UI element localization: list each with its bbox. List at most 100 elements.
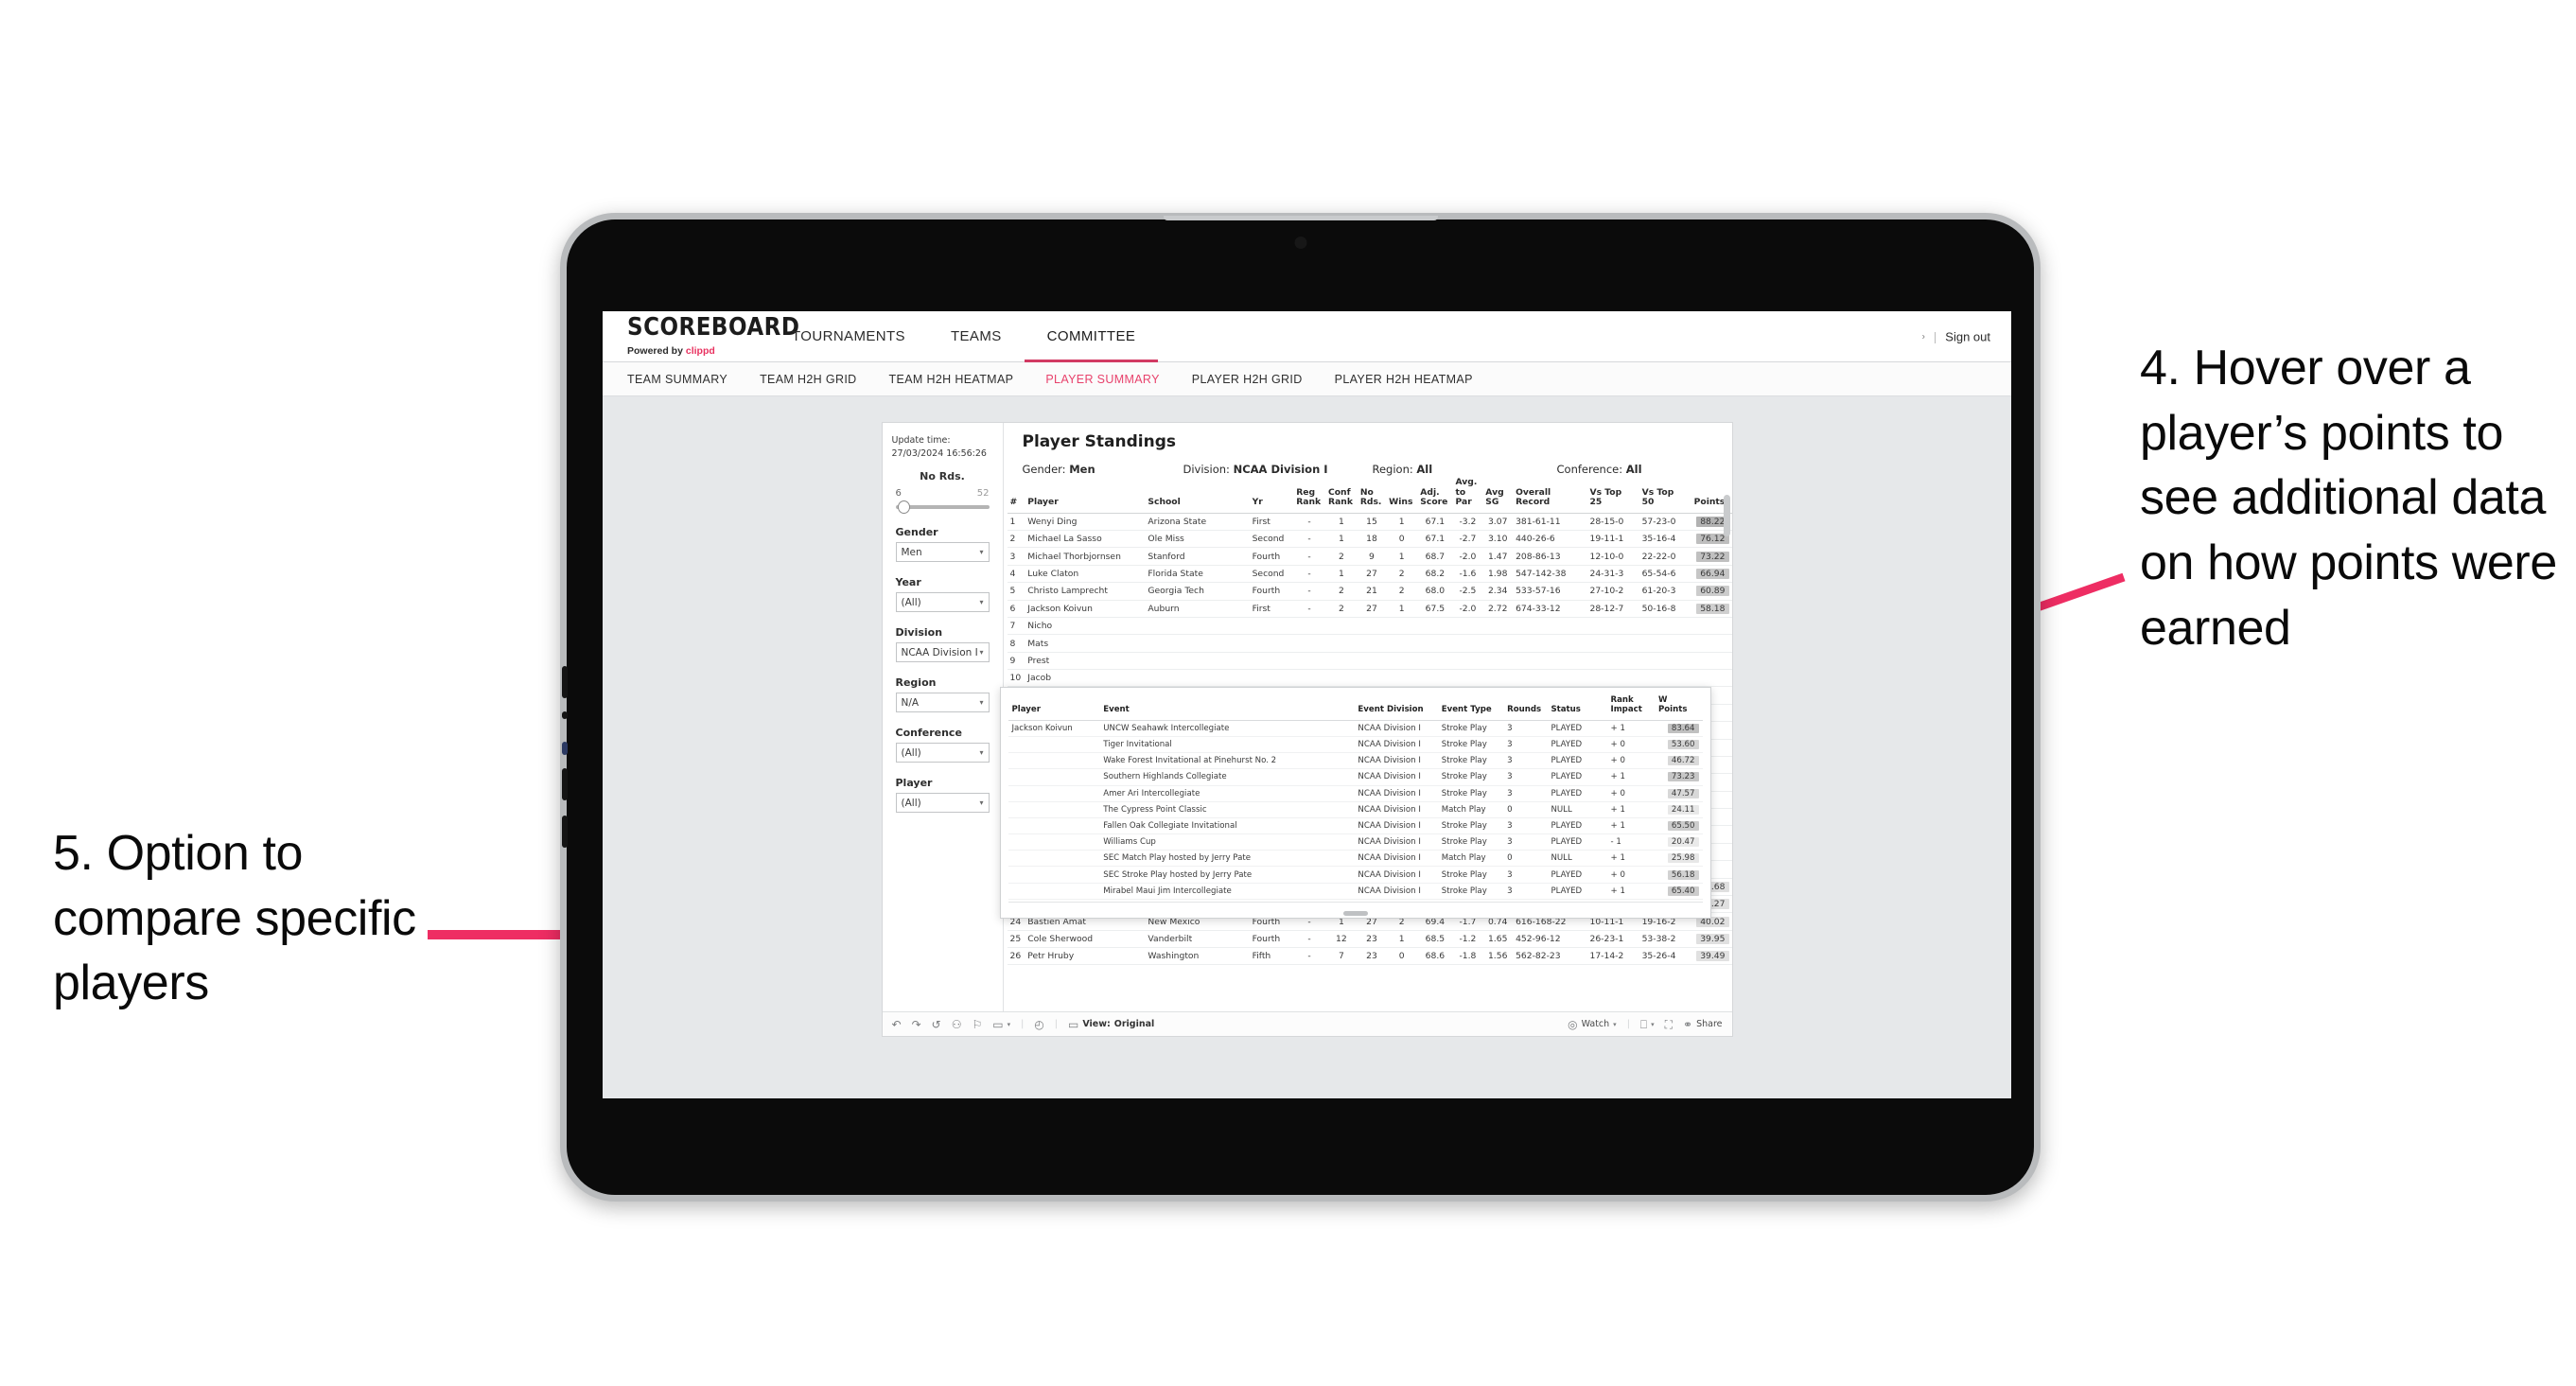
- tooltip-cell-rounds: 3: [1503, 817, 1548, 835]
- meta-division-label: Division:: [1183, 463, 1234, 476]
- filter-gender-select[interactable]: Men ▾: [895, 542, 990, 562]
- cell-adj: [1417, 669, 1453, 688]
- col-conf-rank[interactable]: Conf Rank: [1325, 476, 1358, 514]
- tab-team-h2h-grid[interactable]: TEAM H2H GRID: [760, 373, 856, 386]
- tooltip-header-row: Player Event Event Division Event Type R…: [1008, 694, 1703, 721]
- chevron-down-icon: ▾: [979, 598, 984, 606]
- filter-player-select[interactable]: (All) ▾: [895, 793, 990, 813]
- points-value[interactable]: 58.18: [1696, 603, 1729, 614]
- table-row[interactable]: 25 Cole Sherwood Vanderbilt Fourth -12 23 1 68.…: [1007, 930, 1732, 949]
- table-row[interactable]: 7 Nicho: [1007, 617, 1732, 636]
- cell-wins: [1386, 652, 1418, 671]
- cell-wins: 0: [1386, 947, 1418, 966]
- redo-icon[interactable]: ↷: [912, 1019, 921, 1030]
- tab-player-h2h-grid[interactable]: PLAYER H2H GRID: [1192, 373, 1303, 386]
- table-row[interactable]: 3 Michael Thorbjornsen Stanford Fourth -2 9 1 6…: [1007, 547, 1732, 566]
- nav-tournaments[interactable]: TOURNAMENTS: [769, 311, 928, 362]
- meta-gender-label: Gender:: [1022, 463, 1070, 476]
- vertical-scrollbar[interactable]: [1723, 495, 1730, 536]
- slider-max: 52: [976, 488, 990, 499]
- slider-track[interactable]: [895, 500, 990, 514]
- col-rank[interactable]: #: [1007, 476, 1025, 514]
- pause-icon[interactable]: ⚐: [972, 1019, 982, 1030]
- cell-record: [1513, 652, 1587, 671]
- cell-par: -1.8: [1452, 947, 1483, 966]
- table-row[interactable]: 26 Petr Hruby Washington Fifth -7 23 0 68.6 -1.8…: [1007, 947, 1732, 966]
- col-overall-rec[interactable]: Overall Record: [1513, 476, 1587, 514]
- col-avg-sg[interactable]: Avg SG: [1482, 476, 1514, 514]
- col-vs-top-50[interactable]: Vs Top 50: [1638, 476, 1691, 514]
- col-adj-score[interactable]: Adj. Score: [1417, 476, 1453, 514]
- col-player[interactable]: Player: [1025, 476, 1146, 514]
- view-value: Original: [1113, 1019, 1155, 1029]
- nav-teams[interactable]: TEAMS: [928, 311, 1025, 362]
- tooltip-points-value: 46.72: [1667, 756, 1699, 766]
- share-button[interactable]: ⚭ Share: [1683, 1019, 1722, 1030]
- cell-record: [1513, 617, 1587, 636]
- sign-out-link[interactable]: Sign out: [1945, 329, 1990, 343]
- table-row[interactable]: 4 Luke Claton Florida State Second -1 27 2 68.2…: [1007, 565, 1732, 584]
- points-value[interactable]: 60.89: [1696, 586, 1729, 597]
- table-row[interactable]: 5 Christo Lamprecht Georgia Tech Fourth -2 21…: [1007, 582, 1732, 601]
- tooltip-points-value: 73.23: [1667, 772, 1699, 782]
- tab-team-h2h-heatmap[interactable]: TEAM H2H HEATMAP: [889, 373, 1014, 386]
- history-icon[interactable]: ◴: [1034, 1019, 1043, 1030]
- table-row[interactable]: 1 Wenyi Ding Arizona State First -1 15 1 67.1 -3…: [1007, 513, 1732, 532]
- cell-points: [1691, 652, 1732, 671]
- tooltip-cell-type: Stroke Play: [1437, 768, 1504, 786]
- table-row[interactable]: 6 Jackson Koivun Auburn First -2 27 1 67.5 -2.0 2…: [1007, 600, 1732, 618]
- tooltip-cell-division: NCAA Division I: [1354, 817, 1438, 835]
- points-value[interactable]: 39.95: [1696, 933, 1729, 944]
- cell-par: -3.2: [1452, 513, 1483, 532]
- tab-player-summary[interactable]: PLAYER SUMMARY: [1045, 373, 1159, 386]
- col-reg-rank[interactable]: Reg Rank: [1293, 476, 1325, 514]
- brand-tagline-prefix: Powered by: [627, 345, 686, 357]
- power-button[interactable]: [562, 816, 568, 848]
- table-row[interactable]: 9 Prest: [1007, 652, 1732, 671]
- filter-division-select[interactable]: NCAA Division I ▾: [895, 642, 990, 662]
- no-rounds-slider[interactable]: No Rds. 6 52: [895, 470, 990, 514]
- download-button[interactable]: ⎕ ▾: [1640, 1019, 1655, 1030]
- watch-button[interactable]: ◎ Watch ▾: [1568, 1019, 1617, 1030]
- cell-school: [1145, 634, 1250, 653]
- tooltip-cell-player: [1008, 817, 1100, 835]
- nav-committee[interactable]: COMMITTEE: [1024, 311, 1159, 362]
- filter-region-select[interactable]: N/A ▾: [895, 693, 990, 712]
- points-value[interactable]: 66.94: [1696, 569, 1729, 580]
- tooltip-cell-status: PLAYED: [1547, 817, 1607, 835]
- revert-icon[interactable]: ↺: [932, 1019, 941, 1030]
- cell-yr: [1249, 617, 1294, 636]
- clear-sheet-button[interactable]: ▭ ▾: [992, 1019, 1010, 1030]
- col-wins[interactable]: Wins: [1386, 476, 1418, 514]
- tab-team-summary[interactable]: TEAM SUMMARY: [627, 373, 727, 386]
- fullscreen-icon[interactable]: ⛶: [1665, 1019, 1673, 1030]
- tooltip-horizontal-scrollbar[interactable]: [1342, 910, 1368, 916]
- col-school[interactable]: School: [1145, 476, 1250, 514]
- tooltip-row: SEC Stroke Play hosted by Jerry Pate NCAA…: [1008, 866, 1703, 884]
- col-no-rds[interactable]: No Rds.: [1357, 476, 1387, 514]
- table-row[interactable]: 10 Jacob: [1007, 669, 1732, 688]
- tooltip-cell-rank: + 0: [1606, 752, 1655, 770]
- filter-year-select[interactable]: (All) ▾: [895, 592, 990, 612]
- tab-player-h2h-heatmap[interactable]: PLAYER H2H HEATMAP: [1335, 373, 1473, 386]
- filter-conference-select[interactable]: (All) ▾: [895, 743, 990, 763]
- volume-down-button[interactable]: [562, 768, 568, 800]
- table-row[interactable]: 8 Mats: [1007, 634, 1732, 653]
- col-vs-top-25[interactable]: Vs Top 25: [1586, 476, 1639, 514]
- col-yr[interactable]: Yr: [1249, 476, 1294, 514]
- refresh-icon[interactable]: ⚇: [952, 1019, 962, 1030]
- slider-handle[interactable]: [897, 500, 910, 514]
- table-row[interactable]: 2 Michael La Sasso Ole Miss Second -1 18 0 67.1…: [1007, 530, 1732, 549]
- tooltip-cell-rounds: 3: [1503, 785, 1548, 802]
- points-value[interactable]: 39.49: [1696, 951, 1729, 962]
- volume-up-button[interactable]: [562, 666, 568, 698]
- col-avg-to-par[interactable]: Avg. to Par: [1452, 476, 1483, 514]
- cell-adj: 68.0: [1417, 582, 1453, 601]
- points-value[interactable]: 73.22: [1696, 551, 1729, 562]
- brand-logo[interactable]: SCOREBOARD Powered by clippd: [603, 315, 799, 357]
- cell-sg: 1.56: [1482, 947, 1514, 966]
- cell-yr: Fifth: [1249, 947, 1294, 966]
- view-original-button[interactable]: ▭ View: Original: [1068, 1019, 1154, 1030]
- undo-icon[interactable]: ↶: [892, 1019, 902, 1030]
- cell-player: Jacob: [1025, 669, 1146, 688]
